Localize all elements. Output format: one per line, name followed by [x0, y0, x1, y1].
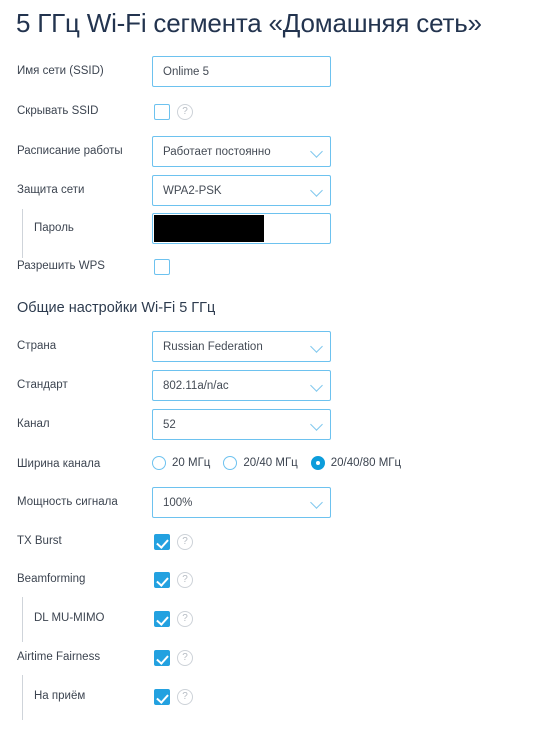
radio-option-20-40[interactable]: 20/40 МГц — [223, 456, 298, 470]
radio-label-20-40-80: 20/40/80 МГц — [330, 457, 402, 469]
hide-ssid-label: Скрывать SSID — [17, 105, 99, 117]
help-icon-on-receive[interactable]: ? — [177, 689, 193, 705]
security-label: Защита сети — [17, 184, 85, 196]
indent-bar-on-receive — [22, 675, 23, 720]
password-redaction-bar — [154, 215, 264, 242]
help-icon-dl-mu-mimo[interactable]: ? — [177, 611, 193, 627]
radio-option-20[interactable]: 20 МГц — [152, 456, 210, 470]
channel-width-radio-group: 20 МГц 20/40 МГц 20/40/80 МГц — [152, 456, 414, 470]
chevron-down-icon-standard — [310, 378, 323, 392]
wifi-settings-page: 5 ГГц Wi-Fi сегмента «Домашняя сеть» Имя… — [0, 0, 543, 750]
password-label: Пароль — [34, 222, 74, 234]
indent-bar-dl-mu-mimo — [22, 597, 23, 642]
wps-label: Разрешить WPS — [17, 260, 105, 272]
security-select[interactable]: WPA2-PSK — [152, 175, 331, 206]
chevron-down-icon-signal-power — [310, 495, 323, 509]
chevron-down-icon-security — [310, 183, 323, 197]
standard-value: 802.11a/n/ac — [163, 379, 229, 392]
channel-value: 52 — [163, 418, 176, 431]
radio-20-40[interactable] — [223, 456, 238, 470]
help-icon-airtime-fairness[interactable]: ? — [177, 650, 193, 666]
on-receive-checkbox[interactable] — [154, 689, 170, 705]
country-value: Russian Federation — [163, 340, 263, 353]
dl-mu-mimo-label: DL MU-MIMO — [34, 612, 105, 624]
standard-select[interactable]: 802.11a/n/ac — [152, 370, 331, 401]
security-value: WPA2-PSK — [163, 184, 222, 197]
beamforming-label: Beamforming — [17, 573, 86, 585]
schedule-label: Расписание работы — [17, 145, 123, 157]
password-input[interactable] — [152, 213, 331, 244]
schedule-select[interactable]: Работает постоянно — [152, 136, 331, 167]
section-heading-general: Общие настройки Wi-Fi 5 ГГц — [17, 300, 216, 316]
ssid-label: Имя сети (SSID) — [17, 65, 104, 77]
signal-power-select[interactable]: 100% — [152, 487, 331, 518]
standard-label: Стандарт — [17, 379, 68, 391]
channel-select[interactable]: 52 — [152, 409, 331, 440]
radio-label-20-40: 20/40 МГц — [243, 457, 298, 469]
airtime-fairness-checkbox[interactable] — [154, 650, 170, 666]
dl-mu-mimo-checkbox[interactable] — [154, 611, 170, 627]
ssid-input[interactable]: Onlime 5 — [152, 56, 331, 87]
on-receive-label: На приём — [34, 690, 86, 702]
schedule-value: Работает постоянно — [163, 145, 271, 158]
help-icon-beamforming[interactable]: ? — [177, 572, 193, 588]
wps-checkbox[interactable] — [154, 259, 170, 275]
tx-burst-checkbox[interactable] — [154, 534, 170, 550]
radio-20-40-80[interactable] — [310, 456, 325, 470]
ssid-value: Onlime 5 — [163, 65, 210, 78]
beamforming-checkbox[interactable] — [154, 572, 170, 588]
help-icon-hide-ssid[interactable]: ? — [177, 104, 193, 120]
channel-label: Канал — [17, 418, 50, 430]
country-label: Страна — [17, 340, 57, 352]
chevron-down-icon-schedule — [310, 144, 323, 158]
country-select[interactable]: Russian Federation — [152, 331, 331, 362]
radio-label-20: 20 МГц — [172, 457, 211, 469]
channel-width-label: Ширина канала — [17, 458, 101, 470]
signal-power-label: Мощность сигнала — [17, 496, 118, 508]
help-icon-tx-burst[interactable]: ? — [177, 534, 193, 550]
tx-burst-label: TX Burst — [17, 535, 62, 547]
chevron-down-icon-channel — [310, 417, 323, 431]
indent-bar-password — [22, 209, 23, 258]
signal-power-value: 100% — [163, 496, 193, 509]
chevron-down-icon-country — [310, 339, 323, 353]
radio-option-20-40-80[interactable]: 20/40/80 МГц — [310, 456, 402, 470]
airtime-fairness-label: Airtime Fairness — [17, 651, 101, 663]
radio-20[interactable] — [152, 456, 166, 470]
page-title: 5 ГГц Wi-Fi сегмента «Домашняя сеть» — [16, 8, 482, 38]
hide-ssid-checkbox[interactable] — [154, 104, 170, 120]
